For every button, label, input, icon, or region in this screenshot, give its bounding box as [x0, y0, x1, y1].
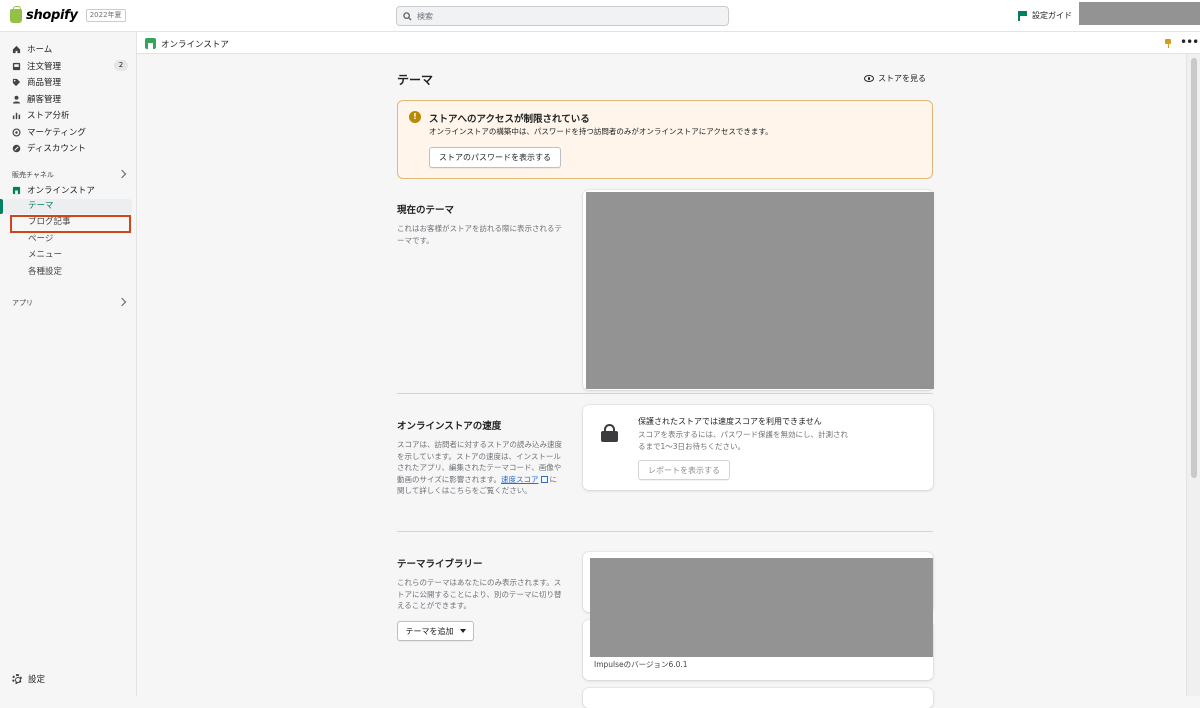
caret-down-icon: [459, 629, 466, 633]
current-theme-title: 現在のテーマ: [397, 205, 455, 216]
logo-text: shopify: [26, 8, 78, 23]
chevron-right-icon[interactable]: [117, 297, 127, 307]
external-link-icon: [540, 476, 548, 483]
shopify-bag-icon: [10, 5, 22, 23]
sidebar-item-online-store[interactable]: オンラインストア: [12, 183, 95, 197]
view-store-button[interactable]: ストアを見る: [864, 73, 926, 84]
store-icon: [12, 186, 21, 194]
person-icon: [12, 95, 21, 104]
sales-channels-label: 販売チャネル: [12, 171, 54, 179]
library-card-next: [583, 688, 933, 708]
speed-card-title: 保護されたストアでは速度スコアを利用できません: [638, 417, 822, 426]
target-icon: [12, 127, 21, 137]
sidebar-subitem-preferences[interactable]: 各種設定: [28, 265, 62, 279]
warning-icon: !: [409, 111, 421, 123]
bar-chart-icon: [12, 112, 21, 119]
sub-header: オンラインストア •••: [137, 32, 1200, 54]
sidebar-item-discounts[interactable]: ディスカウント: [12, 141, 86, 155]
add-theme-button[interactable]: テーマを追加: [397, 621, 474, 641]
sidebar-item-label: オンラインストア: [27, 186, 95, 196]
speed-desc: スコアは、訪問者に対するストアの読み込み速度を示しています。ストアの速度は、イン…: [397, 439, 562, 497]
scrollbar[interactable]: [1186, 54, 1200, 696]
speed-title: オンラインストアの速度: [397, 421, 502, 432]
search-placeholder: 検索: [417, 11, 433, 21]
theme-preview-image[interactable]: [586, 192, 934, 389]
sidebar: ホーム 注文管理 2 商品管理 顧客管理 ストア分析 マーケティング ディスカウ…: [0, 32, 137, 696]
speed-card-text: スコアを表示するには、パスワード保護を無効にし、計測されるまで1〜3日お待ちくだ…: [638, 430, 848, 451]
active-indicator: [0, 199, 3, 214]
theme-version-label: Impulseのバージョン6.0.1: [594, 660, 688, 669]
sidebar-item-label: マーケティング: [27, 128, 86, 138]
sidebar-item-label: ディスカウント: [27, 144, 86, 154]
subheader-title: オンラインストア: [161, 40, 229, 50]
sidebar-subitem-themes[interactable]: テーマ: [28, 199, 54, 213]
sidebar-item-label: ストア分析: [27, 111, 70, 121]
theme-library-title: テーマライブラリー: [397, 559, 483, 570]
sidebar-item-marketing[interactable]: マーケティング: [12, 125, 86, 139]
sidebar-item-label: ホーム: [27, 45, 53, 55]
section-divider: [397, 393, 933, 394]
apps-label[interactable]: アプリ: [12, 298, 33, 308]
sidebar-item-orders[interactable]: 注文管理: [12, 59, 61, 73]
sidebar-item-label: 設定: [28, 675, 46, 685]
banner-title: ストアへのアクセスが制限されている: [429, 114, 590, 125]
search-input[interactable]: 検索: [396, 6, 729, 26]
section-divider: [397, 531, 933, 532]
home-icon: [12, 45, 21, 53]
online-store-icon: [145, 38, 156, 49]
shopify-logo[interactable]: shopify 2022年夏: [10, 5, 126, 23]
setup-guide-button[interactable]: 設定ガイド: [1018, 10, 1072, 21]
theme-library-desc: これらのテーマはあなたにのみ表示されます。ストアに公開することにより、別のテーマ…: [397, 578, 562, 610]
sidebar-item-analytics[interactable]: ストア分析: [12, 108, 70, 122]
lock-icon: [601, 424, 619, 442]
inbox-icon: [12, 62, 21, 70]
top-bar: shopify 2022年夏 検索 設定ガイド: [0, 0, 1200, 32]
banner-text: オンラインストアの構築中は、パスワードを持つ訪問者のみがオンラインストアにアクセ…: [429, 127, 773, 136]
sidebar-item-label: 顧客管理: [27, 95, 62, 105]
view-report-button[interactable]: レポートを表示する: [638, 460, 730, 480]
sidebar-item-home[interactable]: ホーム: [12, 42, 52, 56]
discount-icon: [12, 144, 21, 152]
scroll-thumb[interactable]: [1191, 58, 1197, 478]
sidebar-subitem-pages[interactable]: ページ: [28, 232, 53, 246]
chevron-right-icon[interactable]: [117, 169, 127, 179]
search-icon: [403, 11, 412, 21]
current-theme-desc: これはお客様がストアを訪れる際に表示されるテーマです。: [397, 224, 562, 245]
show-password-button[interactable]: ストアのパスワードを表示する: [429, 147, 561, 168]
tag-icon: [12, 78, 21, 86]
sidebar-item-label: 商品管理: [27, 78, 62, 88]
more-actions-icon[interactable]: •••: [1180, 35, 1199, 49]
orders-count-badge: 2: [114, 60, 128, 71]
sidebar-item-products[interactable]: 商品管理: [12, 75, 61, 89]
sidebar-item-label: 注文管理: [27, 62, 62, 72]
flag-icon: [1018, 10, 1027, 21]
pin-icon[interactable]: [1165, 39, 1171, 48]
page-title: テーマ: [397, 73, 434, 87]
view-store-label: ストアを見る: [878, 74, 926, 83]
password-warning-banner: ! ストアへのアクセスが制限されている オンラインストアの構築中は、パスワードを…: [397, 100, 933, 179]
setup-guide-label: 設定ガイド: [1032, 11, 1072, 20]
edition-badge: 2022年夏: [85, 9, 126, 22]
add-theme-label: テーマを追加: [405, 626, 454, 636]
speed-score-link[interactable]: 速度スコア: [501, 475, 539, 484]
eye-icon: [864, 75, 874, 82]
active-item-background: [4, 199, 132, 214]
account-menu[interactable]: [1079, 2, 1200, 25]
sidebar-subitem-navigation[interactable]: メニュー: [28, 248, 62, 262]
gear-icon: [12, 674, 22, 684]
sidebar-item-customers[interactable]: 顧客管理: [12, 92, 61, 106]
library-theme-preview[interactable]: [590, 558, 933, 657]
highlight-box: [10, 215, 131, 233]
